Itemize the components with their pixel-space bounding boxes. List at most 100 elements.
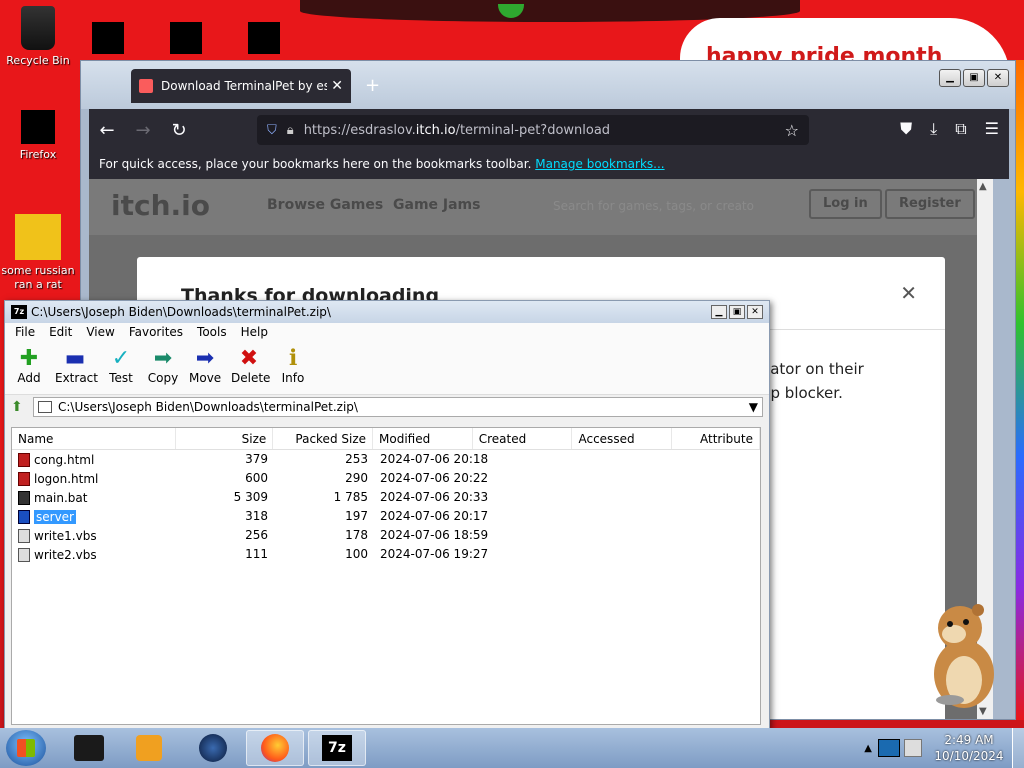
desktop-icon-hidden[interactable]: [248, 22, 280, 54]
taskbar-item-7zip[interactable]: 7z: [308, 730, 366, 766]
file-row[interactable]: write1.vbs 256 178 2024-07-06 18:59: [12, 526, 760, 545]
menu-tools[interactable]: Tools: [197, 325, 227, 341]
menu-file[interactable]: File: [15, 325, 35, 341]
file-row[interactable]: write2.vbs 111 100 2024-07-06 19:27: [12, 545, 760, 564]
dialog-close-icon[interactable]: ✕: [900, 281, 917, 305]
reload-icon[interactable]: ↻: [161, 120, 197, 141]
tray-expand-icon[interactable]: ▲: [864, 743, 872, 754]
file-size: 256: [245, 528, 268, 542]
up-folder-icon[interactable]: ⬆: [11, 399, 33, 415]
maximize-icon[interactable]: ▣: [963, 69, 985, 87]
desktop-icon-recycle-bin[interactable]: Recycle Bin: [0, 6, 76, 67]
column-size[interactable]: Size: [176, 428, 274, 449]
browser-tab[interactable]: Download TerminalPet by esdra ✕: [131, 69, 351, 103]
volume-icon[interactable]: [904, 739, 922, 757]
taskbar-item-firefox[interactable]: [246, 730, 304, 766]
column-packed-size[interactable]: Packed Size: [273, 428, 374, 449]
column-attribute[interactable]: Attribute: [672, 428, 760, 449]
extensions-icon[interactable]: ⧉: [955, 119, 966, 139]
url-bar[interactable]: ⛉ 🔒︎ https://esdraslov.itch.io/terminal-…: [257, 115, 809, 145]
itch-search-input[interactable]: Search for games, tags, or creato: [545, 191, 795, 221]
tray-app-icon[interactable]: [878, 739, 900, 757]
menu-icon[interactable]: ☰: [985, 119, 999, 139]
test-icon: ✓: [111, 346, 131, 371]
delete-icon: ✖: [239, 346, 259, 371]
file-row-selected[interactable]: server 318 197 2024-07-06 20:17: [12, 507, 760, 526]
extract-button[interactable]: ▬ Extract: [55, 347, 98, 390]
desktop-icon-hidden[interactable]: [92, 22, 124, 54]
dropdown-arrow-icon[interactable]: ▼: [749, 400, 758, 414]
back-icon[interactable]: ←: [89, 120, 125, 141]
copy-label: Copy: [147, 371, 179, 385]
column-accessed[interactable]: Accessed: [572, 428, 673, 449]
move-label: Move: [189, 371, 222, 385]
pocket-icon[interactable]: ⛊: [900, 119, 912, 139]
column-modified[interactable]: Modified: [373, 428, 473, 449]
clock-date: 10/10/2024: [934, 749, 1004, 763]
address-field[interactable]: C:\Users\Joseph Biden\Downloads\terminal…: [33, 397, 763, 417]
desktop-icon-hidden[interactable]: [170, 22, 202, 54]
info-icon: ℹ: [288, 346, 298, 371]
nav-game-jams[interactable]: Game Jams: [393, 197, 480, 213]
copy-button[interactable]: ➡ Copy: [147, 347, 179, 390]
file-name: write2.vbs: [34, 547, 97, 562]
file-row[interactable]: cong.html 379 253 2024-07-06 20:18: [12, 450, 760, 469]
shield-icon[interactable]: ⛉: [267, 123, 277, 138]
login-button[interactable]: Log in: [809, 189, 882, 219]
lock-icon[interactable]: 🔒︎: [287, 123, 294, 138]
itch-logo[interactable]: itch.io: [111, 189, 210, 222]
add-icon: ✚: [19, 346, 39, 371]
sevenzip-icon: 7z: [11, 305, 27, 319]
vbs-file-icon: [18, 528, 30, 543]
column-created[interactable]: Created: [473, 428, 573, 449]
recycle-bin-icon: [21, 6, 55, 50]
file-name: logon.html: [34, 471, 99, 486]
taskbar-item-globe[interactable]: [184, 730, 242, 766]
itch-favicon-icon: [139, 79, 153, 93]
desktop-icon-firefox[interactable]: Firefox: [0, 110, 76, 161]
close-tab-icon[interactable]: ✕: [331, 78, 343, 94]
register-button[interactable]: Register: [885, 189, 975, 219]
file-row[interactable]: logon.html 600 290 2024-07-06 20:22: [12, 469, 760, 488]
add-button[interactable]: ✚ Add: [13, 347, 45, 390]
file-packed-size: 197: [345, 509, 368, 523]
maximize-icon[interactable]: ▣: [729, 305, 745, 319]
hamster-pet[interactable]: [920, 600, 1000, 708]
start-button[interactable]: [6, 730, 46, 766]
clock[interactable]: 2:49 AM 10/10/2024: [926, 732, 1012, 764]
test-button[interactable]: ✓ Test: [105, 347, 137, 390]
nav-browse-games[interactable]: Browse Games: [267, 197, 383, 213]
info-button[interactable]: ℹ Info: [277, 347, 309, 390]
minimize-icon[interactable]: ▁: [939, 69, 961, 87]
bookmark-star-icon[interactable]: ☆: [785, 121, 799, 140]
desktop-icon-label: Firefox: [19, 148, 57, 161]
scroll-up-icon[interactable]: ▲: [979, 181, 987, 192]
column-name[interactable]: Name: [12, 428, 176, 449]
menu-view[interactable]: View: [86, 325, 114, 341]
menu-help[interactable]: Help: [241, 325, 268, 341]
close-icon[interactable]: ✕: [987, 69, 1009, 87]
delete-label: Delete: [231, 371, 271, 385]
desktop-icon-some-russian[interactable]: some russian ran a rat: [0, 214, 76, 292]
url-text[interactable]: https://esdraslov.itch.io/terminal-pet?d…: [304, 123, 785, 138]
sevenzip-toolbar: ✚ Add ▬ Extract ✓ Test ➡ Copy ➡ Move ✖ Delete …: [5, 343, 769, 395]
forward-icon[interactable]: →: [125, 120, 161, 141]
file-name: main.bat: [34, 490, 88, 505]
show-desktop-button[interactable]: [1012, 728, 1024, 768]
taskbar-item-terminal[interactable]: [60, 730, 118, 766]
menu-favorites[interactable]: Favorites: [129, 325, 183, 341]
manage-bookmarks-link[interactable]: Manage bookmarks...: [535, 157, 664, 171]
new-tab-icon[interactable]: +: [365, 75, 380, 96]
downloads-icon[interactable]: ⤓: [930, 119, 937, 139]
file-row[interactable]: main.bat 5 309 1 785 2024-07-06 20:33: [12, 488, 760, 507]
delete-button[interactable]: ✖ Delete: [231, 346, 271, 390]
minimize-icon[interactable]: ▁: [711, 305, 727, 319]
file-name: cong.html: [34, 452, 95, 467]
move-button[interactable]: ➡ Move: [189, 347, 221, 390]
extract-label: Extract: [55, 371, 98, 385]
file-name: write1.vbs: [34, 528, 97, 543]
close-icon[interactable]: ✕: [747, 305, 763, 319]
rainbow-stripe: [1016, 60, 1024, 720]
menu-edit[interactable]: Edit: [49, 325, 72, 341]
taskbar-item-media-player[interactable]: [120, 730, 178, 766]
